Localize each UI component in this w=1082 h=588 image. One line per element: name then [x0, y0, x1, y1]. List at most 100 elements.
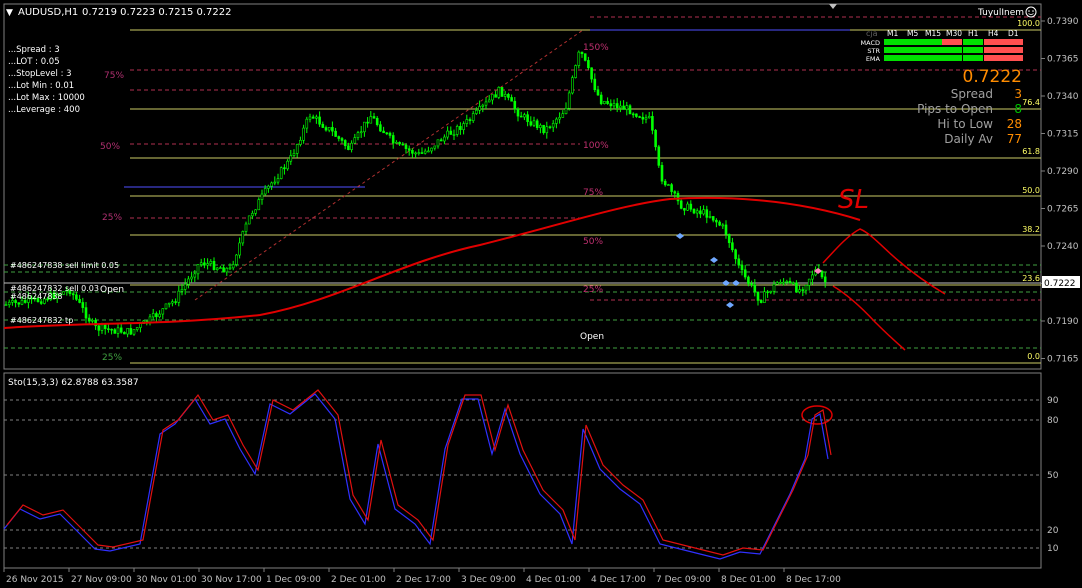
price-axis[interactable]: 0.7390 0.7365 0.7340 0.7315 0.7290 0.7265 0.72…: [1041, 17, 1079, 365]
candle-body: [446, 130, 449, 138]
order-label: #486247838: [10, 292, 63, 301]
timeframe-label: M15: [925, 29, 941, 38]
candle-body: [350, 142, 353, 150]
candle-body: [699, 210, 702, 215]
candle-body: [78, 299, 81, 303]
candle-body: [407, 148, 411, 151]
candle-body: [263, 188, 267, 195]
fib-right-label: 23.6: [1022, 274, 1040, 283]
candle-body: [340, 138, 344, 141]
candle-body: [775, 282, 779, 285]
menu-arrow-icon[interactable]: ▼: [6, 8, 13, 18]
candle-body: [187, 278, 190, 285]
stat-label: Spread: [951, 87, 993, 101]
candle-body: [766, 291, 769, 294]
signal-cell: [963, 39, 983, 45]
candle-body: [625, 105, 629, 110]
candle-body: [558, 117, 561, 120]
stat-label: Daily Av: [944, 132, 993, 146]
candle-body: [670, 184, 673, 192]
candle-body: [513, 100, 517, 110]
candle-body: [113, 329, 117, 334]
candle-body: [331, 127, 334, 132]
candle-body: [737, 258, 741, 266]
signal-cell: [942, 55, 962, 61]
candle-body: [593, 78, 597, 91]
candle-body: [321, 123, 325, 128]
candle-body: [676, 192, 680, 202]
candle-body: [462, 123, 465, 130]
info-line: ...LOT : 0.05: [8, 57, 60, 67]
candle-body: [724, 224, 728, 235]
stat-value: 28: [1007, 117, 1022, 131]
stat-value: 3: [1014, 87, 1022, 101]
fib-left-label: 25%: [102, 213, 122, 223]
candle-body: [215, 267, 219, 270]
candle-body: [612, 103, 616, 107]
trading-chart[interactable]: SL ▼ AUDUSD,H1 0.7219 0.7223 0.7215 0.72…: [0, 0, 1082, 588]
candle-body: [750, 283, 753, 286]
candle-body: [772, 284, 776, 292]
scroll-marker-icon[interactable]: [829, 4, 837, 9]
candle-body: [807, 278, 811, 286]
fib-right-label: 100.0: [1017, 19, 1040, 28]
fib-left-label: 75%: [104, 71, 124, 81]
candle-body: [756, 291, 760, 301]
candle-body: [167, 302, 171, 305]
signal-row-label: STR: [867, 47, 880, 55]
candle-body: [603, 101, 606, 104]
signal-cell: [1003, 39, 1023, 45]
candle-body: [126, 328, 129, 335]
stochastic-main-line: [3, 393, 829, 560]
candle-body: [609, 103, 613, 107]
candle-body: [318, 116, 321, 125]
time-axis[interactable]: 26 Nov 2015 27 Nov 09:00 30 Nov 01:00 30 No…: [3, 568, 841, 585]
price-candles[interactable]: [4, 50, 827, 338]
candle-body: [779, 282, 782, 284]
candle-body: [516, 108, 520, 117]
candle-body: [135, 327, 139, 330]
candle-body: [180, 289, 184, 292]
signal-cell: [984, 55, 1004, 61]
time-tick-label: 8 Dec 01:00: [721, 575, 776, 585]
candle-body: [292, 153, 296, 156]
timeframe-label: M5: [907, 29, 918, 38]
candle-body: [465, 119, 469, 124]
signal-cell: [904, 39, 924, 45]
candle-body: [308, 116, 312, 120]
candle-body: [199, 262, 203, 265]
candle-body: [391, 135, 395, 144]
candle-body: [718, 221, 721, 226]
candle-body: [711, 216, 715, 221]
candle-body: [222, 267, 225, 273]
time-tick-label: 4 Dec 17:00: [591, 575, 646, 585]
candle-body: [449, 130, 453, 135]
candle-body: [587, 60, 590, 69]
candle-body: [84, 307, 88, 319]
osc-level-label: 90: [1047, 396, 1059, 406]
oscillator-frame[interactable]: [3, 372, 1042, 569]
candle-body: [193, 273, 197, 278]
chart-symbol: AUDUSD,H1: [18, 7, 78, 18]
candle-body: [539, 124, 542, 128]
candle-body: [635, 113, 638, 117]
time-tick-label: 30 Nov 01:00: [136, 575, 197, 585]
time-tick-label: 7 Dec 09:00: [656, 575, 711, 585]
candle-body: [795, 282, 798, 293]
candle-body: [423, 150, 427, 154]
candle-body: [87, 317, 91, 322]
price-tick-label: 0.7265: [1047, 205, 1079, 215]
candle-body: [436, 139, 440, 147]
info-line: ...Lot Min : 0.01: [8, 81, 74, 91]
candle-body: [17, 302, 21, 305]
time-tick-label: 1 Dec 09:00: [266, 575, 321, 585]
signal-row-label: EMA: [866, 55, 881, 63]
candle-body: [158, 313, 161, 318]
candle-body: [305, 118, 309, 129]
candle-body: [702, 209, 705, 215]
candle-body: [276, 178, 280, 183]
candle-body: [315, 116, 318, 119]
fib-left-label: 50%: [100, 142, 120, 152]
fib-mid-label: 100%: [583, 141, 609, 151]
signal-cell: [984, 47, 1004, 53]
